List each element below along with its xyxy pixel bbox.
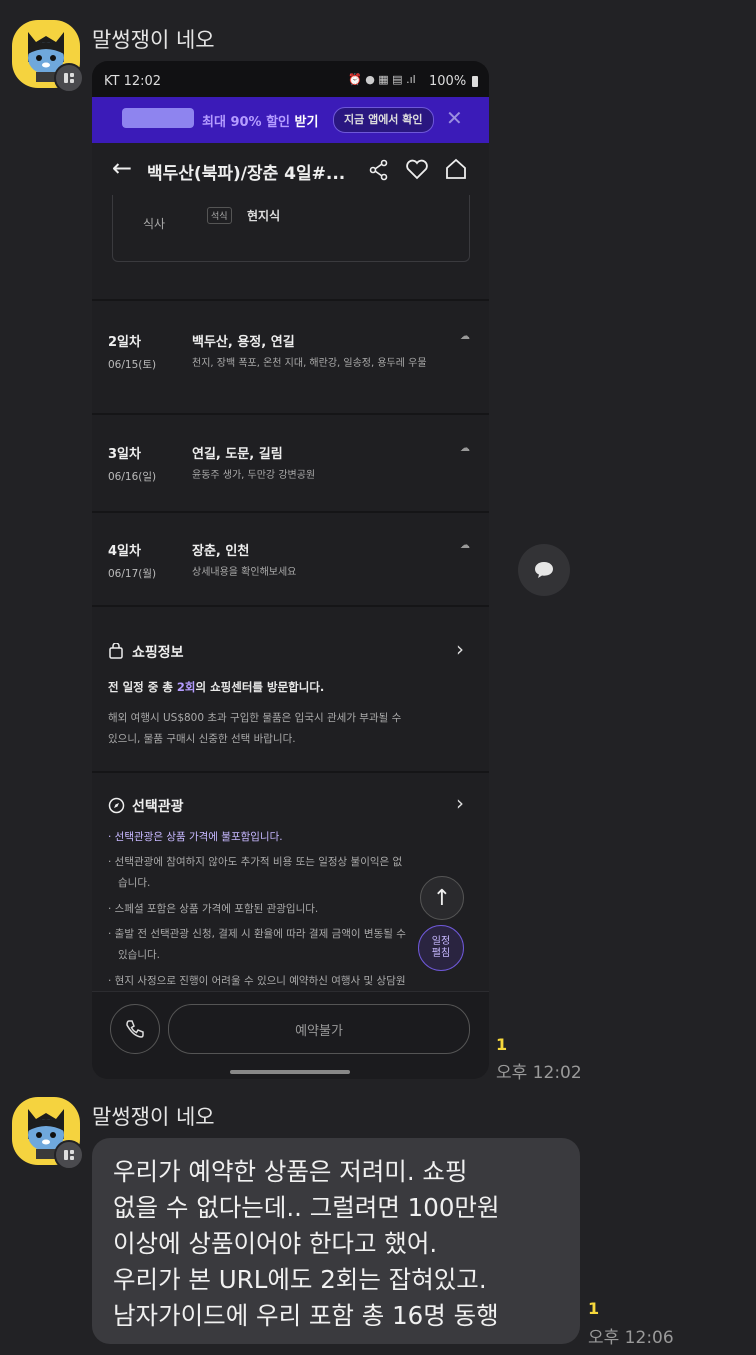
day-number: 3일차 (108, 447, 141, 462)
shopping-count: 2회 (176, 680, 196, 694)
profile-badge-icon (54, 1140, 84, 1170)
optional-note-line: · 스페셜 포함은 상품 가격에 포함된 관광입니다. (108, 903, 319, 915)
day-places: 장춘, 인천 (192, 544, 250, 559)
promo-banner[interactable]: 최대 90% 할인 받기 지금 앱에서 확인 ✕ (92, 97, 489, 143)
sender-name: 말썽쟁이 네오 (92, 1105, 215, 1129)
optional-note-line: · 출발 전 선택관광 신청, 결제 시 환율에 따라 결제 금액이 변동될 수 (108, 928, 406, 940)
bottom-action-bar: 예약불가 (92, 991, 489, 1079)
home-indicator (230, 1070, 350, 1074)
reserve-button-label: 예약불가 (295, 1023, 343, 1039)
optional-note-line: 습니다. (118, 877, 151, 889)
promo-logo (122, 108, 194, 128)
share-icon[interactable] (368, 159, 390, 181)
battery-level: 100% (429, 74, 467, 89)
itinerary-day[interactable]: 3일차 06/16(일) 연길, 도문, 길림 윤동주 생가, 두만강 강변공원… (92, 415, 489, 511)
day-number: 2일차 (108, 335, 141, 350)
meal-label: 식사 (143, 217, 166, 231)
itinerary-day[interactable]: 2일차 06/15(토) 백두산, 용정, 연길 천지, 장백 폭포, 온천 지… (92, 301, 489, 413)
call-button[interactable] (110, 1004, 160, 1054)
compass-icon (108, 797, 125, 814)
itinerary-day[interactable]: 4일차 06/17(월) 장춘, 인천 상세내용을 확인해보세요 ☁ (92, 513, 489, 605)
optional-note-line: · 선택관광은 상품 가격에 불포함입니다. (108, 831, 283, 843)
phone-status-bar: KT 12:02 ⏰ ● ▦ ▤ .ıl 100% (92, 61, 489, 97)
status-time: KT 12:02 (104, 74, 162, 89)
arrow-up-icon: ↑ (432, 885, 452, 911)
shopping-bag-icon (109, 643, 123, 659)
day-description: 상세내용을 확인해보세요 (192, 567, 297, 578)
message-text-line: 이상에 상품이어야 한다고 했어. (113, 1229, 438, 1258)
promo-text-suffix: 받기 (290, 115, 319, 130)
message-time: 오후 12:02 (496, 1063, 582, 1083)
scroll-top-button[interactable]: ↑ (420, 876, 464, 920)
status-icons: ⏰ ● ▦ ▤ .ıl (348, 73, 416, 86)
phone-icon (126, 1020, 144, 1038)
schedule-expand-line2: 펼침 (431, 948, 451, 959)
sender-name: 말썽쟁이 네오 (92, 28, 215, 52)
message-text-line: 우리가 예약한 상품은 저려미. 쇼핑 (113, 1157, 468, 1186)
weather-icon: ☁ (460, 540, 470, 551)
day-number: 4일차 (108, 544, 141, 559)
battery-icon (472, 76, 478, 87)
day-date: 06/16(일) (108, 471, 157, 483)
day-places: 연길, 도문, 길림 (192, 447, 283, 462)
chat-bubble-icon (535, 562, 553, 578)
promo-text-prefix: 최대 (202, 115, 231, 130)
weather-icon: ☁ (460, 443, 470, 454)
shopping-summary: 전 일정 중 총 2회의 쇼핑센터를 방문합니다. (108, 679, 324, 695)
day-description: 천지, 장백 폭포, 온천 지대, 해란강, 일송정, 용두레 우물 (192, 358, 427, 369)
heart-icon[interactable] (405, 158, 429, 180)
day-places: 백두산, 용정, 연길 (192, 335, 295, 350)
close-icon[interactable]: ✕ (446, 106, 463, 130)
shopping-section[interactable]: 쇼핑정보 › 전 일정 중 총 2회의 쇼핑센터를 방문합니다. 해외 여행시 … (92, 607, 489, 771)
profile-badge-icon (54, 63, 84, 93)
meal-box: 식사 석식 현지식 (112, 195, 470, 262)
reserve-button[interactable]: 예약불가 (168, 1004, 470, 1054)
meal-tag: 석식 (207, 207, 232, 224)
message-text-line: 없을 수 없다는데.. 그럴려면 100만원 (113, 1193, 500, 1222)
promo-app-button[interactable]: 지금 앱에서 확인 (333, 107, 434, 133)
schedule-expand-button[interactable]: 일정 펼침 (418, 925, 464, 971)
optional-title: 선택관광 (132, 799, 184, 815)
day-date: 06/17(월) (108, 568, 157, 580)
optional-note-line: · 현지 사정으로 진행이 어려울 수 있으니 예약하신 여행사 및 상담원 (108, 975, 406, 987)
meal-value: 현지식 (247, 209, 281, 223)
chevron-right-icon[interactable]: › (456, 791, 464, 815)
shopping-summary-prefix: 전 일정 중 총 (108, 680, 177, 694)
promo-text-highlight: 90% 할인 (230, 115, 291, 130)
shopping-summary-suffix: 의 쇼핑센터를 방문합니다. (195, 680, 325, 694)
message-time: 오후 12:06 (588, 1328, 674, 1348)
optional-note-line: 있습니다. (118, 949, 160, 961)
chevron-right-icon[interactable]: › (456, 637, 464, 661)
back-arrow-icon[interactable]: ← (112, 154, 132, 182)
message-text-line: 우리가 본 URL에도 2회는 잡혀있고. (113, 1265, 487, 1294)
day-date: 06/15(토) (108, 359, 157, 371)
app-header: ← 백두산(북파)/장춘 4일#... (92, 143, 489, 195)
unread-count: 1 (496, 1035, 508, 1054)
day-description: 윤동주 생가, 두만강 강변공원 (192, 470, 316, 481)
shopping-note-line: 해외 여행시 US$800 초과 구입한 물품은 입국시 관세가 부과될 수 (108, 712, 402, 724)
shopping-title: 쇼핑정보 (132, 645, 184, 661)
message-bubble[interactable]: 우리가 예약한 상품은 저려미. 쇼핑 없을 수 없다는데.. 그럴려면 100… (92, 1138, 580, 1344)
schedule-expand-line1: 일정 (431, 936, 451, 947)
shopping-note-line: 있으니, 물품 구매시 신중한 선택 바랍니다. (108, 733, 296, 745)
optional-note-line: · 선택관광에 참여하지 않아도 추가적 비용 또는 일정상 불이익은 없 (108, 856, 403, 868)
unread-count: 1 (588, 1299, 600, 1318)
message-text-line: 남자가이드에 우리 포함 총 16명 동행 (113, 1301, 499, 1330)
share-message-button[interactable] (518, 544, 570, 596)
weather-icon: ☁ (460, 331, 470, 342)
home-icon[interactable] (444, 157, 468, 181)
promo-text: 최대 90% 할인 받기 (202, 111, 318, 130)
page-title: 백두산(북파)/장춘 4일#... (147, 164, 346, 184)
screenshot-image-message[interactable]: KT 12:02 ⏰ ● ▦ ▤ .ıl 100% 최대 90% 할인 받기 지… (92, 61, 489, 1079)
